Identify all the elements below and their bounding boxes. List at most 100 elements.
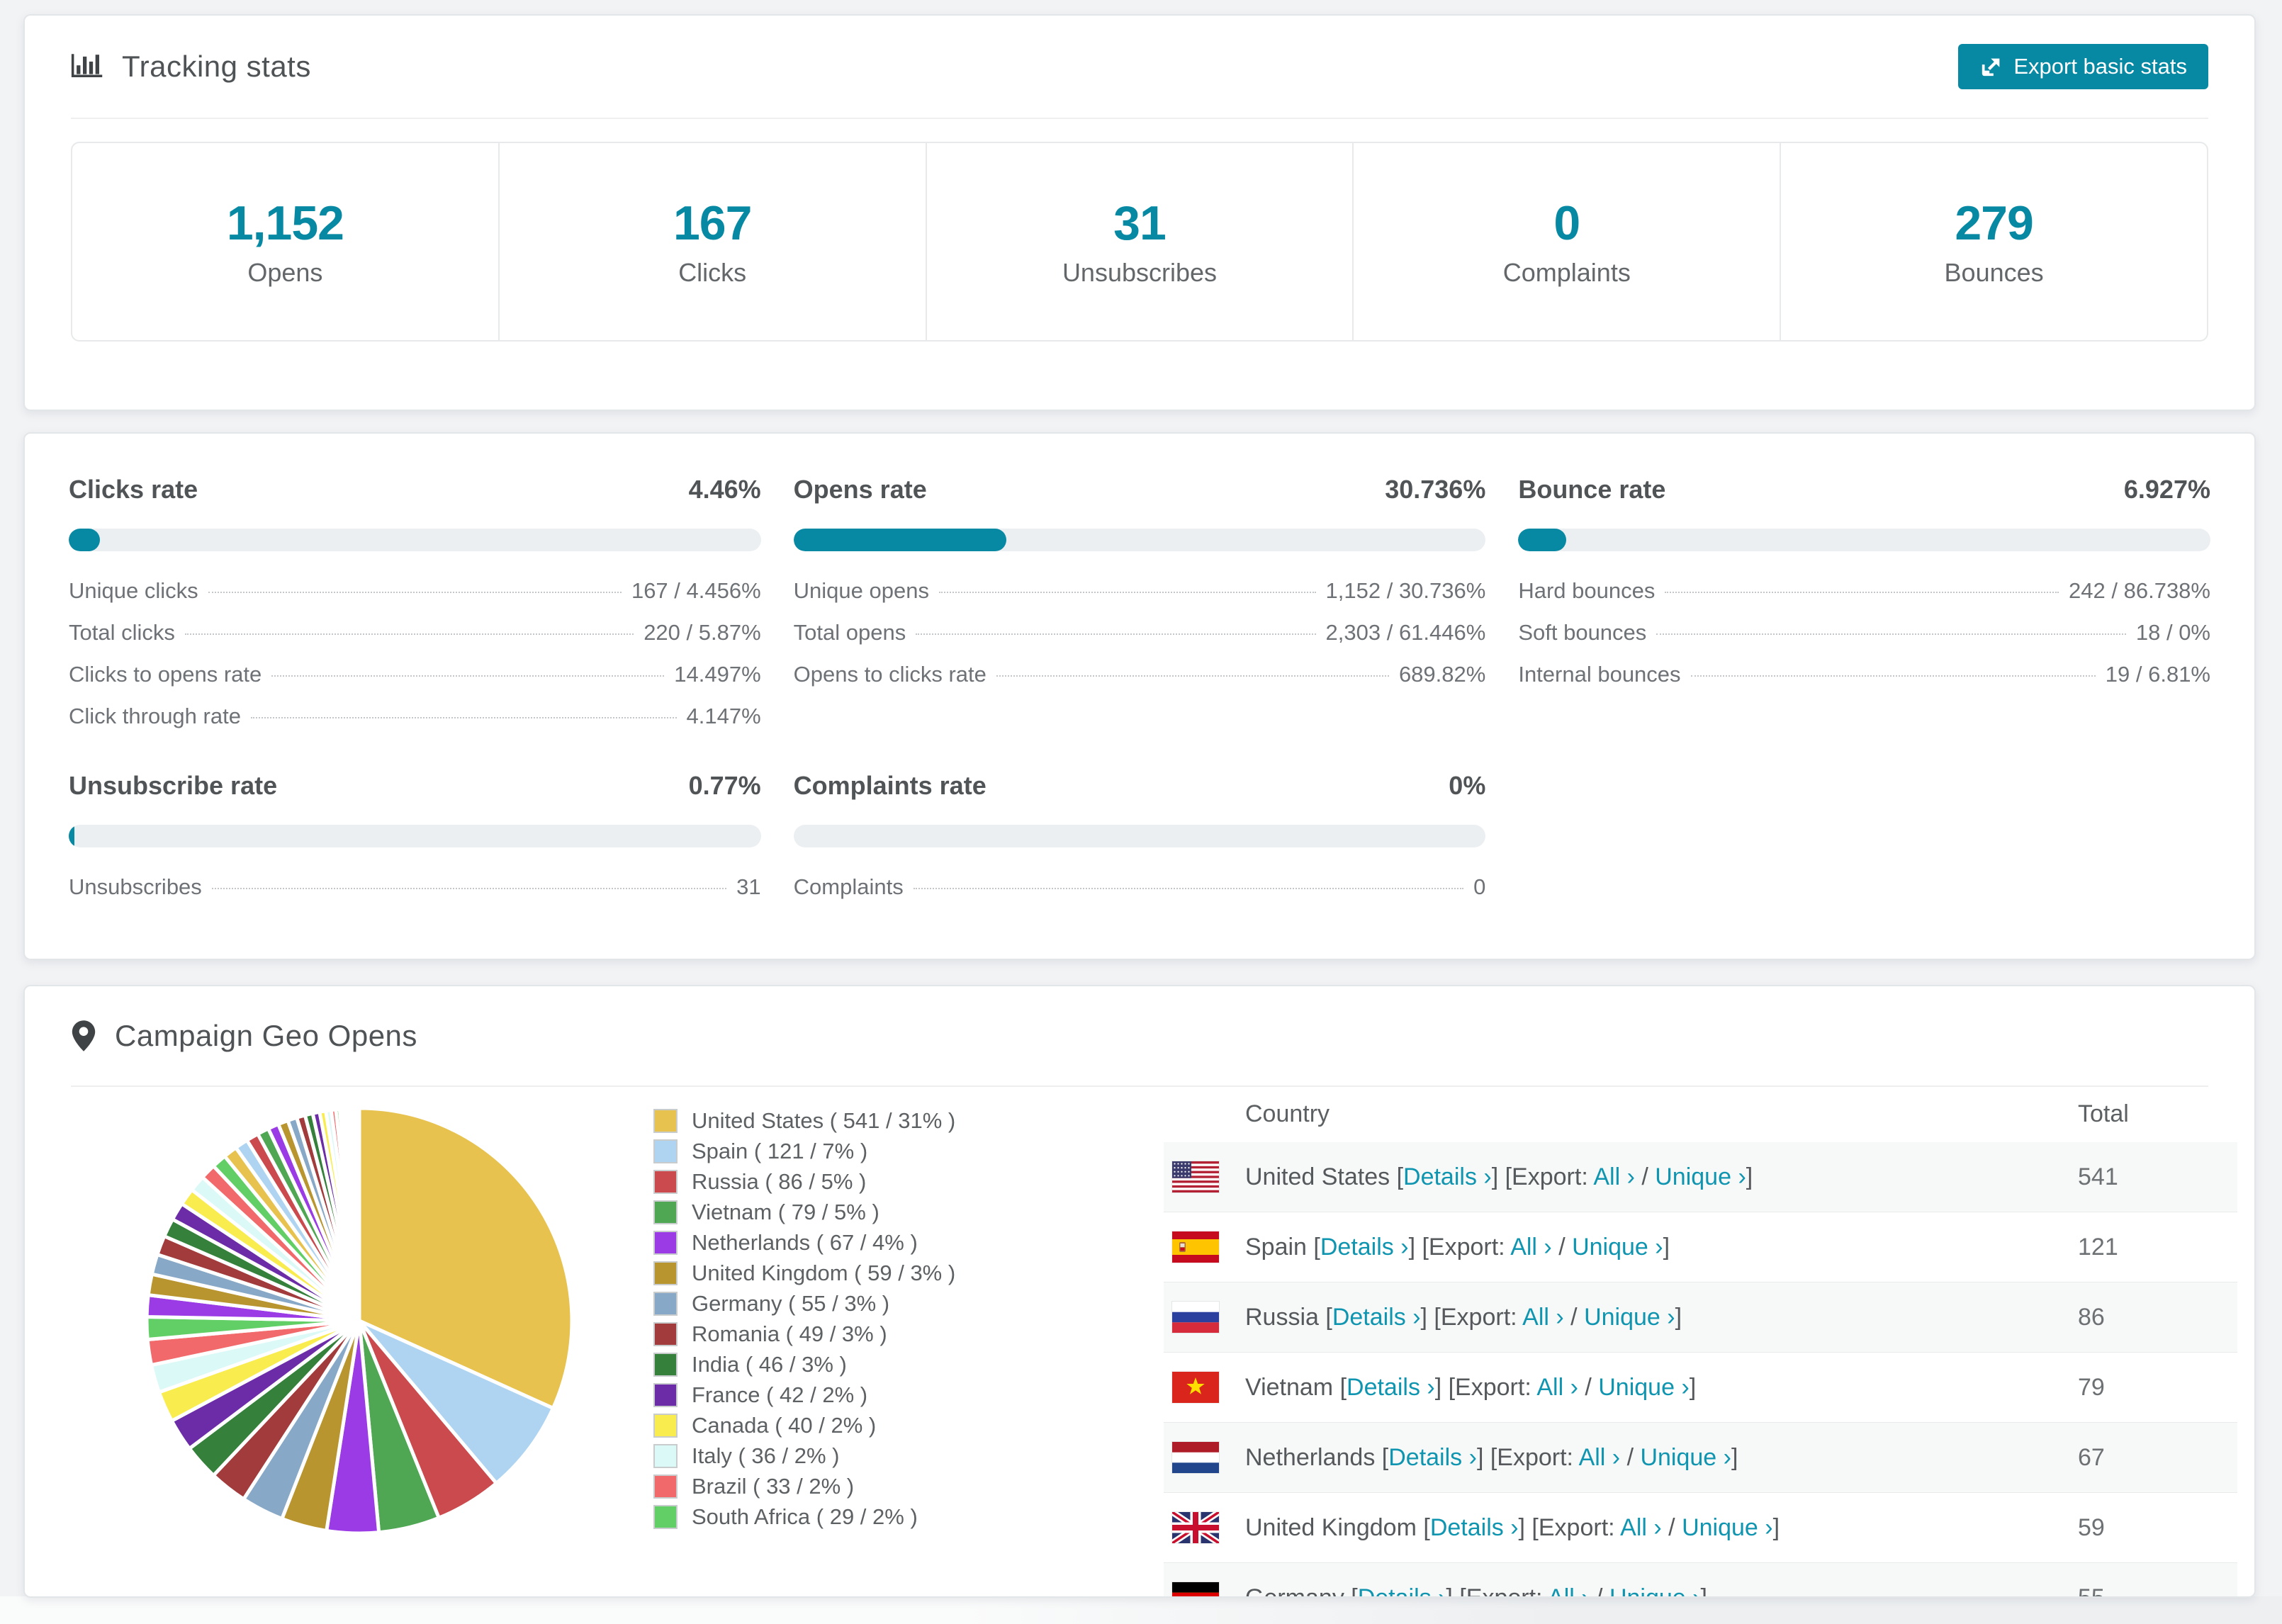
country-name: Spain — [1245, 1233, 1314, 1261]
export-unique-link[interactable]: Unique › — [1598, 1374, 1690, 1401]
rate-progress-fill — [69, 529, 100, 551]
slash: / — [1563, 1303, 1585, 1331]
rate-section-header: Unsubscribe rate 0.77% — [69, 771, 761, 808]
dotted-leader — [1665, 592, 2059, 593]
export-all-link[interactable]: All › — [1522, 1304, 1564, 1331]
legend-item[interactable]: South Africa ( 29 / 2% ) — [653, 1501, 955, 1532]
country-name: United States — [1245, 1163, 1397, 1190]
details-link[interactable]: Details › — [1332, 1304, 1421, 1331]
rate-progress-bar — [69, 825, 761, 847]
details-link[interactable]: Details › — [1430, 1514, 1519, 1541]
legend-item[interactable]: United Kingdom ( 59 / 3% ) — [653, 1258, 955, 1288]
export-unique-link[interactable]: Unique › — [1682, 1514, 1773, 1541]
geo-total-cell: 67 — [2078, 1443, 2105, 1471]
rate-progress-bar — [793, 529, 1486, 551]
legend-item[interactable]: Italy ( 36 / 2% ) — [653, 1440, 955, 1471]
geo-card-header: Campaign Geo Opens — [71, 986, 2208, 1087]
rate-section: Opens rate 30.736% Unique opens 1,152 / 30.… — [793, 475, 1486, 745]
summary-stat: 31 Unsubscribes — [925, 143, 1353, 340]
rate-stat-value: 0 — [1473, 874, 1486, 899]
legend-item[interactable]: Netherlands ( 67 / 4% ) — [653, 1227, 955, 1258]
geo-total-cell: 541 — [2078, 1163, 2118, 1190]
country-flag-nl — [1172, 1442, 1219, 1473]
legend-item[interactable]: Russia ( 86 / 5% ) — [653, 1166, 955, 1197]
rate-section-header: Complaints rate 0% — [794, 771, 1486, 808]
legend-label: Spain ( 121 / 7% ) — [692, 1138, 868, 1163]
details-link[interactable]: Details › — [1347, 1374, 1435, 1401]
country-name: United Kingdom — [1245, 1513, 1424, 1541]
geo-total-cell: 59 — [2078, 1513, 2105, 1541]
rate-stat-row: Hard bounces 242 / 86.738% — [1518, 578, 2210, 620]
details-link[interactable]: Details › — [1388, 1444, 1477, 1471]
rate-stat-label: Hard bounces — [1518, 578, 1656, 603]
dotted-leader — [184, 633, 634, 635]
rate-progress-fill — [793, 529, 1006, 551]
rate-stat-row: Click through rate 4.147% — [69, 704, 761, 745]
export-basic-stats-button[interactable]: Export basic stats — [1958, 44, 2208, 89]
export-unique-link[interactable]: Unique › — [1609, 1584, 1701, 1597]
rate-stat-value: 1,152 / 30.736% — [1325, 578, 1486, 603]
geo-table-row: Netherlands [Details ›] [Export: All › /… — [1164, 1423, 2237, 1493]
rate-section: Clicks rate 4.46% Unique clicks 167 / 4.456… — [69, 475, 761, 745]
rate-section-header: Opens rate 30.736% — [794, 475, 1486, 512]
dotted-leader — [1656, 633, 2126, 635]
export-all-link[interactable]: All › — [1620, 1514, 1662, 1541]
details-link[interactable]: Details › — [1358, 1584, 1446, 1597]
export-all-link[interactable]: All › — [1548, 1584, 1590, 1597]
legend-item[interactable]: Romania ( 49 / 3% ) — [653, 1319, 955, 1349]
legend-item[interactable]: Germany ( 55 / 3% ) — [653, 1288, 955, 1319]
legend-swatch — [653, 1108, 678, 1133]
legend-item[interactable]: United States ( 541 / 31% ) — [653, 1105, 955, 1136]
bracket: ] — [1772, 1513, 1780, 1541]
rate-stat-value: 19 / 6.81% — [2105, 662, 2210, 687]
geo-table-row: United Kingdom [Details ›] [Export: All … — [1164, 1493, 2237, 1563]
summary-stat-label: Unsubscribes — [1062, 258, 1218, 287]
rate-section: Complaints rate 0% Complaints 0 — [793, 771, 1486, 916]
dotted-leader — [211, 888, 727, 889]
rate-section: Bounce rate 6.927% Hard bounces 242 / 86.73… — [1518, 475, 2210, 745]
legend-item[interactable]: Brazil ( 33 / 2% ) — [653, 1471, 955, 1501]
rate-title: Opens rate — [793, 475, 927, 504]
rate-stat-label: Internal bounces — [1518, 662, 1681, 687]
export-all-link[interactable]: All › — [1510, 1234, 1552, 1261]
legend-item[interactable]: India ( 46 / 3% ) — [653, 1349, 955, 1380]
rate-value: 30.736% — [1385, 475, 1486, 504]
rate-stat-row: Opens to clicks rate 689.82% — [794, 662, 1486, 704]
legend-label: Brazil ( 33 / 2% ) — [692, 1473, 855, 1499]
summary-stat-value: 0 — [1553, 196, 1580, 250]
export-all-link[interactable]: All › — [1579, 1444, 1621, 1471]
export-unique-link[interactable]: Unique › — [1584, 1304, 1675, 1331]
rate-stat-row: Unique clicks 167 / 4.456% — [69, 578, 761, 620]
legend-swatch — [653, 1139, 678, 1163]
pie-legend: United States ( 541 / 31% ) Spain ( 121 /… — [653, 1105, 955, 1532]
export-unique-link[interactable]: Unique › — [1655, 1163, 1746, 1190]
details-link[interactable]: Details › — [1320, 1234, 1409, 1261]
legend-item[interactable]: Spain ( 121 / 7% ) — [653, 1136, 955, 1166]
rate-value: 0% — [1449, 771, 1486, 800]
rate-value: 6.927% — [2123, 475, 2210, 504]
summary-stat-label: Clicks — [678, 258, 747, 287]
rate-rows: Unsubscribes 31 — [69, 874, 761, 916]
bracket: [ — [1423, 1513, 1430, 1541]
legend-item[interactable]: France ( 42 / 2% ) — [653, 1380, 955, 1410]
summary-stat-label: Bounces — [1944, 258, 2044, 287]
legend-label: South Africa ( 29 / 2% ) — [692, 1504, 918, 1529]
export-unique-link[interactable]: Unique › — [1640, 1444, 1731, 1471]
bracket: [ — [1381, 1443, 1389, 1471]
rate-value: 0.77% — [688, 771, 761, 800]
export-all-link[interactable]: All › — [1536, 1374, 1578, 1401]
legend-item[interactable]: Canada ( 40 / 2% ) — [653, 1410, 955, 1440]
page-title: Tracking stats — [122, 50, 311, 83]
details-link[interactable]: Details › — [1403, 1163, 1492, 1190]
export-all-link[interactable]: All › — [1593, 1163, 1635, 1190]
geo-country-cell: Russia [Details ›] [Export: All › / Uniq… — [1164, 1304, 2078, 1331]
legend-swatch — [653, 1291, 678, 1316]
geo-total-cell: 79 — [2078, 1373, 2105, 1401]
bracket: [ — [1396, 1163, 1404, 1190]
dotted-leader — [208, 592, 622, 593]
legend-item[interactable]: Vietnam ( 79 / 5% ) — [653, 1197, 955, 1227]
rate-stat-value: 220 / 5.87% — [643, 620, 761, 645]
export-unique-link[interactable]: Unique › — [1572, 1234, 1663, 1261]
rate-stat-row: Internal bounces 19 / 6.81% — [1518, 662, 2210, 704]
summary-stat: 1,152 Opens — [72, 143, 498, 340]
